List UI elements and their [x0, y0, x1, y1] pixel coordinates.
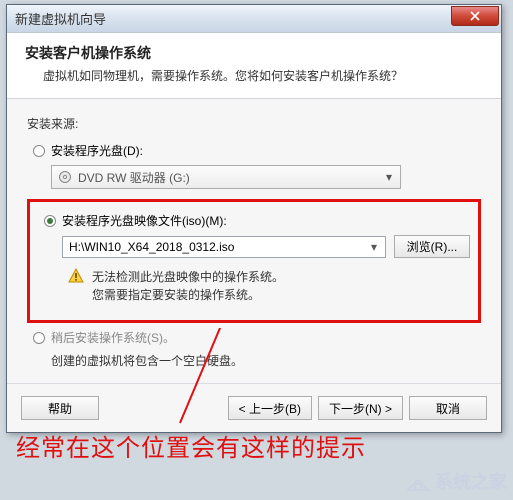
warning-line-2: 您需要指定要安装的操作系统。 [92, 286, 284, 304]
radio-icon [33, 332, 45, 344]
titlebar[interactable]: 新建虚拟机向导 [7, 5, 501, 33]
option-disc-group: 安装程序光盘(D): DVD RW 驱动器 (G:) ▾ [27, 142, 481, 189]
watermark-icon [405, 470, 431, 492]
install-source-label: 安装来源: [27, 115, 481, 132]
option-iso-radio-row[interactable]: 安装程序光盘映像文件(iso)(M): [38, 212, 470, 229]
back-button[interactable]: < 上一步(B) [228, 396, 312, 420]
iso-path-text: H:\WIN10_X64_2018_0312.iso [69, 240, 365, 254]
option-iso-highlight: 安装程序光盘映像文件(iso)(M): H:\WIN10_X64_2018_03… [27, 199, 481, 323]
help-button[interactable]: 帮助 [21, 396, 99, 420]
warning-line-1: 无法检测此光盘映像中的操作系统。 [92, 268, 284, 286]
wizard-content: 安装来源: 安装程序光盘(D): DVD RW 驱动器 (G:) ▾ 安装程序光… [7, 99, 501, 383]
option-disc-radio-row[interactable]: 安装程序光盘(D): [27, 142, 481, 159]
watermark-text: 系统之家 [435, 468, 507, 494]
browse-button[interactable]: 浏览(R)... [394, 235, 470, 258]
option-later-label: 稍后安装操作系统(S)。 [51, 329, 175, 346]
next-button[interactable]: 下一步(N) > [318, 396, 403, 420]
window-title: 新建虚拟机向导 [15, 9, 106, 28]
warning-icon [68, 268, 84, 284]
radio-icon-checked [44, 215, 56, 227]
disc-icon [58, 170, 72, 184]
wizard-header: 安装客户机操作系统 虚拟机如同物理机，需要操作系统。您将如何安装客户机操作系统？ [7, 33, 501, 99]
radio-icon [33, 145, 45, 157]
close-button[interactable] [451, 6, 499, 26]
option-disc-label: 安装程序光盘(D): [51, 142, 143, 159]
option-iso-label: 安装程序光盘映像文件(iso)(M): [62, 212, 227, 229]
option-later-radio-row[interactable]: 稍后安装操作系统(S)。 [27, 329, 481, 346]
iso-warning: 无法检测此光盘映像中的操作系统。 您需要指定要安装的操作系统。 [68, 268, 470, 304]
wizard-window: 新建虚拟机向导 安装客户机操作系统 虚拟机如同物理机，需要操作系统。您将如何安装… [6, 4, 502, 433]
cancel-button[interactable]: 取消 [409, 396, 487, 420]
option-later-hint: 创建的虚拟机将包含一个空白硬盘。 [51, 352, 481, 369]
disc-drive-text: DVD RW 驱动器 (G:) [78, 169, 380, 186]
watermark: 系统之家 [405, 468, 507, 494]
wizard-footer: 帮助 < 上一步(B) 下一步(N) > 取消 [7, 383, 501, 432]
chevron-down-icon: ▾ [380, 170, 398, 184]
close-icon [470, 11, 480, 21]
option-later-group: 稍后安装操作系统(S)。 创建的虚拟机将包含一个空白硬盘。 [27, 329, 481, 369]
wizard-subheading: 虚拟机如同物理机，需要操作系统。您将如何安装客户机操作系统？ [25, 67, 483, 84]
iso-path-combo[interactable]: H:\WIN10_X64_2018_0312.iso ▾ [62, 236, 386, 258]
annotation-text: 经常在这个位置会有这样的提示 [16, 428, 366, 463]
wizard-heading: 安装客户机操作系统 [25, 43, 483, 63]
chevron-down-icon: ▾ [365, 240, 383, 254]
disc-drive-dropdown[interactable]: DVD RW 驱动器 (G:) ▾ [51, 165, 401, 189]
